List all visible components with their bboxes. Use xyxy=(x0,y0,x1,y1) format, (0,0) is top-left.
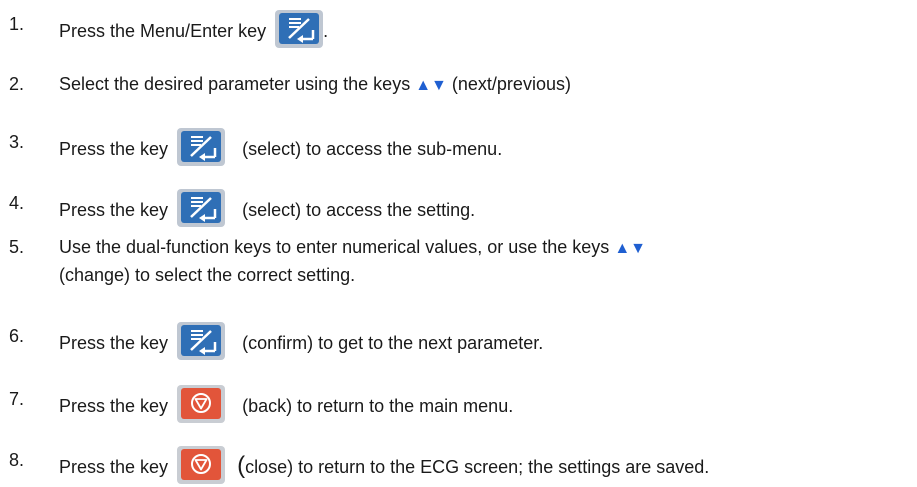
step-text-end: (select) to access the setting. xyxy=(242,199,476,220)
up-down-arrow-icon: ▲▼ xyxy=(614,240,646,257)
step-number: 8. xyxy=(9,450,25,470)
step-number: 4. xyxy=(9,193,25,213)
step-number: 6. xyxy=(9,326,25,346)
step-text-end: . xyxy=(323,20,329,41)
step-text-end: (back) to return to the main menu. xyxy=(242,395,514,416)
step-text-end: (next/previous) xyxy=(451,74,571,94)
step-number: 5. xyxy=(9,237,25,257)
step-text: Press the key xyxy=(59,199,169,220)
step-text-continued: (change) to select the correct setting. xyxy=(59,265,356,285)
step-number: 3. xyxy=(9,132,25,152)
step-text: Press the Menu/Enter key xyxy=(59,20,267,41)
menu-enter-icon xyxy=(177,322,226,360)
step-text: Select the desired parameter using the k… xyxy=(59,74,411,94)
step-text: Press the key xyxy=(59,456,169,477)
menu-enter-icon xyxy=(275,10,324,48)
step-text: Press the key xyxy=(59,138,169,159)
stop-back-icon xyxy=(177,385,226,423)
menu-enter-icon xyxy=(177,189,226,227)
step-text-end: close) to return to the ECG screen; the … xyxy=(245,456,710,477)
step-number: 7. xyxy=(9,389,25,409)
up-down-arrow-icon: ▲▼ xyxy=(415,77,447,94)
step-text: Use the dual-function keys to enter nume… xyxy=(59,237,610,257)
step-number: 2. xyxy=(9,74,25,94)
stop-back-icon xyxy=(177,446,226,484)
step-text-end: (confirm) to get to the next parameter. xyxy=(242,332,544,353)
step-paren: ( xyxy=(237,451,246,479)
menu-enter-icon xyxy=(177,128,226,166)
step-text: Press the key xyxy=(59,395,169,416)
step-number: 1. xyxy=(9,14,25,34)
step-text: Press the key xyxy=(59,332,169,353)
step-text-end: (select) to access the sub-menu. xyxy=(242,138,503,159)
